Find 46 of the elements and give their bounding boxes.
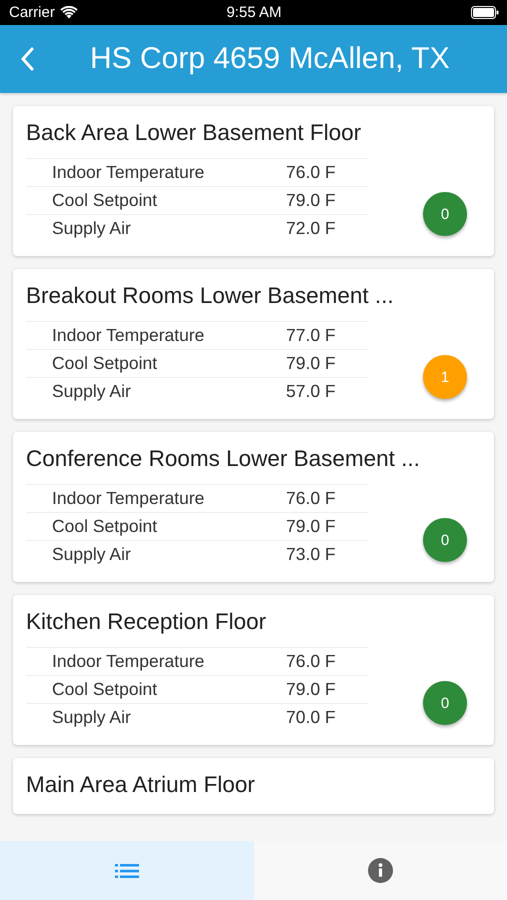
- reading-value: 72.0 F: [286, 218, 336, 239]
- battery-icon: [470, 6, 499, 19]
- reading-value: 79.0 F: [286, 190, 336, 211]
- reading-value: 76.0 F: [286, 162, 336, 183]
- screen-title: HS Corp 4659 McAllen, TX: [90, 42, 450, 76]
- reading-label: Supply Air: [52, 381, 132, 402]
- reading-value: 77.0 F: [286, 325, 336, 346]
- reading-value: 79.0 F: [286, 679, 336, 700]
- reading-value: 70.0 F: [286, 707, 336, 728]
- list-icon: [114, 862, 139, 878]
- wifi-icon: [60, 6, 78, 19]
- carrier-label: Carrier: [9, 4, 55, 21]
- reading-label: Supply Air: [52, 707, 132, 728]
- reading-value: 79.0 F: [286, 353, 336, 374]
- zone-title: Main Area Atrium Floor: [26, 771, 256, 799]
- reading-label: Cool Setpoint: [52, 516, 158, 537]
- reading-label: Cool Setpoint: [52, 190, 158, 211]
- reading-value: 79.0 F: [286, 516, 336, 537]
- reading-label: Supply Air: [52, 218, 132, 239]
- zone-card[interactable]: Kitchen Reception Floor Indoor Temperature 76.0 F Cool Setpoint 79.0 F Supply Air 70.0 F 0: [13, 595, 494, 745]
- zone-card[interactable]: Conference Rooms Lower Basement ... Indoor Temperature 76.0 F Cool Setpoint 79.0 F Supply Air 73.0 F 0: [13, 432, 494, 582]
- alarm-count-badge: 0: [423, 518, 467, 562]
- reading-label: Cool Setpoint: [52, 679, 158, 700]
- reading-label: Supply Air: [52, 544, 132, 565]
- zone-title: Breakout Rooms Lower Basement ...: [26, 282, 395, 310]
- zone-title: Kitchen Reception Floor: [26, 608, 268, 636]
- reading-value: 57.0 F: [286, 381, 336, 402]
- alarm-count-badge: 0: [423, 681, 467, 725]
- zone-title: Conference Rooms Lower Basement ...: [26, 445, 421, 473]
- reading-label: Indoor Temperature: [52, 325, 206, 346]
- zone-card[interactable]: Back Area Lower Basement Floor Indoor Temperature 76.0 F Cool Setpoint 79.0 F Supply Air 72.0 F 0: [13, 106, 494, 256]
- zone-card[interactable]: Breakout Rooms Lower Basement ... Indoor Temperature 77.0 F Cool Setpoint 79.0 F Supply Air 57.0 F 1: [13, 269, 494, 419]
- status-time: 9:55 AM: [226, 4, 282, 21]
- alarm-count-badge: 1: [423, 355, 467, 399]
- reading-value: 73.0 F: [286, 544, 336, 565]
- alarm-count-badge: 0: [423, 192, 467, 236]
- info-icon: [368, 858, 393, 883]
- reading-label: Cool Setpoint: [52, 353, 158, 374]
- reading-label: Indoor Temperature: [52, 488, 206, 509]
- zone-card[interactable]: Main Area Atrium Floor: [13, 758, 494, 814]
- reading-label: Indoor Temperature: [52, 162, 206, 183]
- reading-label: Indoor Temperature: [52, 651, 206, 672]
- reading-value: 76.0 F: [286, 488, 336, 509]
- zone-title: Back Area Lower Basement Floor: [26, 119, 362, 147]
- back-icon[interactable]: [20, 47, 34, 71]
- reading-value: 76.0 F: [286, 651, 336, 672]
